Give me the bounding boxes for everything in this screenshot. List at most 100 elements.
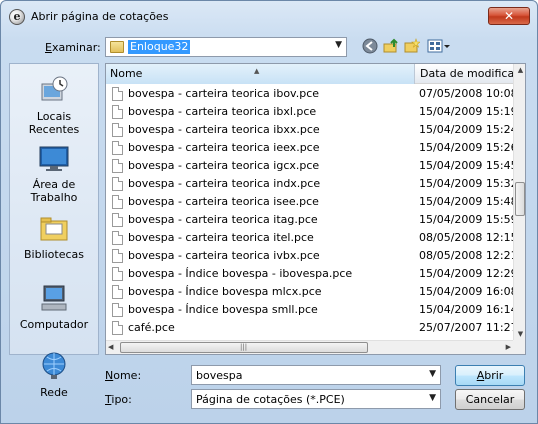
sort-ascending-icon: ▲ [254, 67, 260, 75]
libraries-icon [40, 217, 68, 241]
recent-places-icon [41, 76, 68, 101]
lookin-label-accel: E [45, 41, 52, 54]
file-icon [112, 159, 123, 173]
place-recent[interactable]: Locais Recentes [10, 74, 98, 136]
place-desktop[interactable]: Área de Trabalho [10, 142, 98, 204]
close-button[interactable]: ✕ [488, 7, 530, 25]
filetype-label-text: ipo: [111, 393, 132, 406]
file-date: 07/05/2008 10:08 [419, 87, 513, 100]
scroll-right-icon[interactable]: ▶ [506, 343, 511, 351]
column-header-date[interactable]: Data de modificaç [416, 64, 513, 84]
place-libraries[interactable]: Bibliotecas [10, 212, 98, 261]
place-computer[interactable]: Computador [10, 282, 98, 331]
file-date: 15/04/2009 15:32 [419, 177, 513, 190]
file-list[interactable]: ▲ Nome Data de modificaç bovespa - carte… [105, 63, 526, 355]
computer-icon [41, 285, 67, 311]
lookin-value: Enloque32 [128, 40, 191, 54]
file-row[interactable]: bovespa - carteira teorica itel.pce 08/05… [106, 229, 513, 247]
filetype-value: Página de cotações (*.PCE) [196, 393, 345, 406]
file-row[interactable]: bovespa - carteira teorica ibxx.pce 15/04… [106, 121, 513, 139]
new-folder-button[interactable] [403, 38, 421, 56]
place-network[interactable]: Rede [10, 350, 98, 399]
horizontal-scrollbar[interactable]: ◀ ||| ▶ [106, 340, 513, 354]
file-date: 15/04/2009 15:19 [419, 105, 513, 118]
file-name: bovespa - Índice bovespa mlcx.pce [128, 285, 322, 298]
file-date: 15/04/2009 15:45 [419, 159, 513, 172]
file-date: 15/04/2009 16:08 [419, 285, 513, 298]
file-name: bovespa - carteira teorica isee.pce [128, 195, 319, 208]
vertical-scroll-thumb[interactable] [515, 182, 525, 216]
filename-value: bovespa [196, 369, 243, 382]
open-button-label: brir [484, 369, 504, 382]
lookin-dropdown[interactable]: Enloque32 ▼ [105, 37, 347, 57]
file-row[interactable]: bovespa - carteira teorica ieex.pce 15/04… [106, 139, 513, 157]
scroll-down-icon[interactable]: ▼ [514, 330, 525, 338]
window-title: Abrir página de cotações [31, 10, 169, 23]
up-folder-button[interactable] [382, 38, 400, 56]
desktop-icon [39, 146, 69, 171]
file-icon [112, 141, 123, 155]
file-row[interactable]: bovespa - carteira teorica ivbx.pce 08/05… [106, 247, 513, 265]
file-name: bovespa - Índice bovespa smll.pce [128, 303, 318, 316]
file-date: 15/04/2009 15:48 [419, 195, 513, 208]
file-row[interactable]: bovespa - carteira teorica itag.pce 15/04… [106, 211, 513, 229]
file-name: bovespa - carteira teorica ibov.pce [128, 87, 320, 100]
file-row[interactable]: bovespa - Índice bovespa mlcx.pce 15/04/2… [106, 283, 513, 301]
file-icon [112, 231, 123, 245]
filename-label: Nome: [105, 369, 141, 382]
back-button[interactable] [361, 38, 379, 56]
scrollbar-corner [513, 340, 525, 354]
file-date: 08/05/2008 12:15 [419, 231, 513, 244]
file-icon [112, 303, 123, 317]
file-name: café.pce [128, 321, 175, 334]
view-menu-button[interactable] [426, 38, 452, 56]
file-row[interactable]: bovespa - carteira teorica ibov.pce 07/05… [106, 85, 513, 103]
chevron-down-icon[interactable]: ▼ [429, 393, 436, 403]
file-date: 25/07/2007 11:27 [419, 321, 513, 334]
filename-combo[interactable]: bovespa ▼ [191, 365, 441, 385]
back-icon [362, 38, 378, 54]
file-icon [112, 195, 123, 209]
file-name: bovespa - carteira teorica ieex.pce [128, 141, 320, 154]
filename-label-text: ome: [113, 369, 142, 382]
file-icon [112, 105, 123, 119]
scroll-grip-icon: ||| [240, 343, 248, 351]
lookin-label: Examinar: [45, 41, 101, 54]
folder-icon [110, 41, 124, 53]
file-row[interactable]: café.pce 25/07/2007 11:27 [106, 319, 513, 337]
file-icon [112, 285, 123, 299]
vertical-scrollbar[interactable]: ▲ ▼ [513, 64, 525, 340]
chevron-down-icon[interactable]: ▼ [429, 369, 436, 379]
file-row[interactable]: bovespa - carteira teorica igcx.pce 15/04… [106, 157, 513, 175]
file-name: bovespa - Índice bovespa - ibovespa.pce [128, 267, 353, 280]
open-button[interactable]: Abrir [455, 365, 525, 386]
scroll-left-icon[interactable]: ◀ [108, 343, 113, 351]
file-icon [112, 87, 123, 101]
file-icon [112, 177, 123, 191]
file-date: 15/04/2009 15:59 [419, 213, 513, 226]
file-date: 15/04/2009 15:24 [419, 123, 513, 136]
file-date: 15/04/2009 12:29 [419, 267, 513, 280]
app-icon: e [9, 9, 25, 25]
file-icon [112, 267, 123, 281]
column-header-name[interactable]: ▲ Nome [106, 64, 415, 84]
file-icon [112, 123, 123, 137]
file-row[interactable]: bovespa - Índice bovespa smll.pce 15/04/2… [106, 301, 513, 319]
cancel-button[interactable]: Cancelar [455, 389, 525, 410]
file-rows: bovespa - carteira teorica ibov.pce 07/05… [106, 85, 513, 337]
filetype-select[interactable]: Página de cotações (*.PCE) ▼ [191, 389, 441, 409]
file-row[interactable]: bovespa - carteira teorica indx.pce 15/04… [106, 175, 513, 193]
file-date: 15/04/2009 16:14 [419, 303, 513, 316]
file-row[interactable]: bovespa - carteira teorica ibxl.pce 15/04… [106, 103, 513, 121]
column-header-name-label: Nome [110, 67, 143, 80]
file-row[interactable]: bovespa - Índice bovespa - ibovespa.pce 1… [106, 265, 513, 283]
title-bar: e Abrir página de cotações ✕ [1, 1, 537, 31]
file-row[interactable]: bovespa - carteira teorica isee.pce 15/04… [106, 193, 513, 211]
filetype-label: Tipo: [105, 393, 132, 406]
place-label-network: Rede [40, 386, 68, 399]
new-folder-icon [404, 38, 421, 53]
scroll-up-icon[interactable]: ▲ [514, 66, 525, 74]
network-icon [42, 352, 66, 379]
file-name: bovespa - carteira teorica itel.pce [128, 231, 314, 244]
file-icon [112, 321, 123, 335]
